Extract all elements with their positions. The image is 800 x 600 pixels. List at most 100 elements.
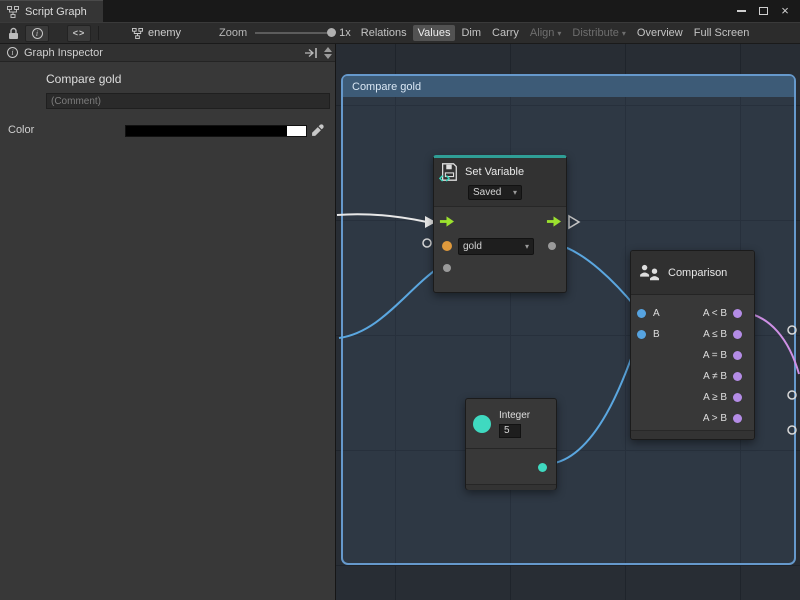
set-variable-title: Set Variable <box>465 166 524 178</box>
dim-label: Dim <box>461 27 481 39</box>
align-label: Align <box>530 27 554 39</box>
comparison-row: B A ≤ B <box>631 324 754 345</box>
set-variable-node[interactable]: Set Variable Saved ▾ <box>433 155 567 293</box>
chevron-down-icon: ▾ <box>557 29 561 38</box>
align-button[interactable]: Align ▾ <box>525 25 566 41</box>
group-header[interactable]: Compare gold <box>343 76 794 97</box>
unity-script-graph-window: Script Graph × i <> enemy <box>0 0 800 600</box>
lock-icon[interactable] <box>7 27 19 40</box>
inspector-header: i Graph Inspector <box>0 44 335 62</box>
color-field-row: Color <box>0 124 335 138</box>
save-variable-icon <box>439 162 459 182</box>
comment-input[interactable] <box>46 93 330 109</box>
comparison-title: Comparison <box>668 267 727 279</box>
graph-toolbar: i <> enemy Zoom 1x Relations Values Dim … <box>0 22 800 44</box>
comparison-node[interactable]: Comparison A A < B B A ≤ B <box>630 250 755 440</box>
overview-button[interactable]: Overview <box>632 25 688 41</box>
eyedropper-icon[interactable] <box>311 124 324 137</box>
minimize-icon <box>737 10 746 12</box>
input-port-a[interactable] <box>637 309 646 318</box>
edit-script-button[interactable]: <> <box>67 25 91 42</box>
output-port-a-eq-b[interactable] <box>733 351 742 360</box>
comparison-row: A ≠ B <box>631 366 754 387</box>
chevron-down-icon: ▾ <box>522 242 529 251</box>
node-footer <box>631 430 754 439</box>
value-output-port[interactable] <box>548 242 556 250</box>
script-graph-icon <box>7 6 19 18</box>
zoom-label: Zoom <box>219 27 247 39</box>
relations-button[interactable]: Relations <box>356 25 412 41</box>
output-port-a-gt-b[interactable] <box>733 414 742 423</box>
node-footer <box>466 484 556 490</box>
input-port-b[interactable] <box>637 330 646 339</box>
code-icon: <> <box>73 28 86 38</box>
scroll-down-icon[interactable] <box>324 54 332 59</box>
full-screen-button[interactable]: Full Screen <box>689 25 755 41</box>
output-label: A ≥ B <box>703 392 727 403</box>
output-label: A < B <box>703 308 727 319</box>
dim-button[interactable]: Dim <box>456 25 486 41</box>
value-input-port[interactable] <box>443 264 451 272</box>
zoom-slider[interactable] <box>255 32 333 34</box>
overview-label: Overview <box>637 27 683 39</box>
comparison-row: A ≥ B <box>631 387 754 408</box>
inspector-toggle-button[interactable]: i <box>25 25 49 42</box>
graph-asset-icon <box>132 28 143 39</box>
color-label: Color <box>8 124 34 136</box>
breadcrumb-label: enemy <box>148 27 181 39</box>
maximize-button[interactable] <box>757 5 769 17</box>
integer-value-field[interactable]: 5 <box>499 424 521 438</box>
toolbar-separator <box>98 26 99 40</box>
variable-name-value: gold <box>463 241 482 252</box>
minimize-button[interactable] <box>735 5 747 17</box>
close-button[interactable]: × <box>779 5 791 17</box>
output-label: A = B <box>703 350 727 361</box>
variable-scope-dropdown[interactable]: Saved ▾ <box>468 185 522 200</box>
panel-scroll-arrows[interactable] <box>324 47 332 59</box>
comparison-rows: A A < B B A ≤ B A = B <box>631 295 754 429</box>
scroll-up-icon[interactable] <box>324 47 332 52</box>
comparison-row: A > B <box>631 408 754 429</box>
input-label-b: B <box>653 329 660 340</box>
values-button[interactable]: Values <box>413 25 456 41</box>
graph-canvas[interactable]: Compare gold <box>336 44 800 600</box>
inspector-body: Compare gold Color <box>0 62 335 600</box>
variable-name-dropdown[interactable]: gold ▾ <box>458 238 534 255</box>
output-label: A > B <box>703 413 727 424</box>
tab-script-graph[interactable]: Script Graph <box>0 0 103 22</box>
integer-output-port[interactable] <box>538 463 547 472</box>
relations-label: Relations <box>361 27 407 39</box>
integer-ports <box>466 448 556 484</box>
carry-label: Carry <box>492 27 519 39</box>
flow-input-port[interactable] <box>439 216 454 227</box>
set-variable-header: Set Variable Saved ▾ <box>434 158 566 206</box>
comparison-row: A = B <box>631 345 754 366</box>
output-port-a-gte-b[interactable] <box>733 393 742 402</box>
color-swatch-highlight <box>287 126 306 136</box>
distribute-label: Distribute <box>572 27 618 39</box>
output-port-a-less-b[interactable] <box>733 309 742 318</box>
value-input-port[interactable] <box>442 241 452 251</box>
comparison-icon <box>639 264 661 282</box>
integer-node[interactable]: Integer 5 <box>465 398 557 490</box>
carry-button[interactable]: Carry <box>487 25 524 41</box>
integer-type-icon <box>473 415 491 433</box>
zoom-slider-handle[interactable] <box>327 28 336 37</box>
comparison-header: Comparison <box>631 251 754 295</box>
color-swatch[interactable] <box>125 125 307 137</box>
graph-inspector-panel: i Graph Inspector Compare gold <box>0 44 336 600</box>
info-icon: i <box>32 28 43 39</box>
dock-icon[interactable] <box>305 48 318 58</box>
graph-breadcrumb[interactable]: enemy <box>132 27 181 39</box>
flow-output-port[interactable] <box>546 216 561 227</box>
comparison-row: A A < B <box>631 303 754 324</box>
graph-title: Compare gold <box>46 72 335 86</box>
info-icon: i <box>7 47 18 58</box>
values-label: Values <box>418 27 451 39</box>
output-label: A ≤ B <box>703 329 727 340</box>
input-label-a: A <box>653 308 660 319</box>
output-port-a-lte-b[interactable] <box>733 330 742 339</box>
output-port-a-neq-b[interactable] <box>733 372 742 381</box>
zoom-value: 1x <box>339 27 351 39</box>
distribute-button[interactable]: Distribute ▾ <box>567 25 630 41</box>
